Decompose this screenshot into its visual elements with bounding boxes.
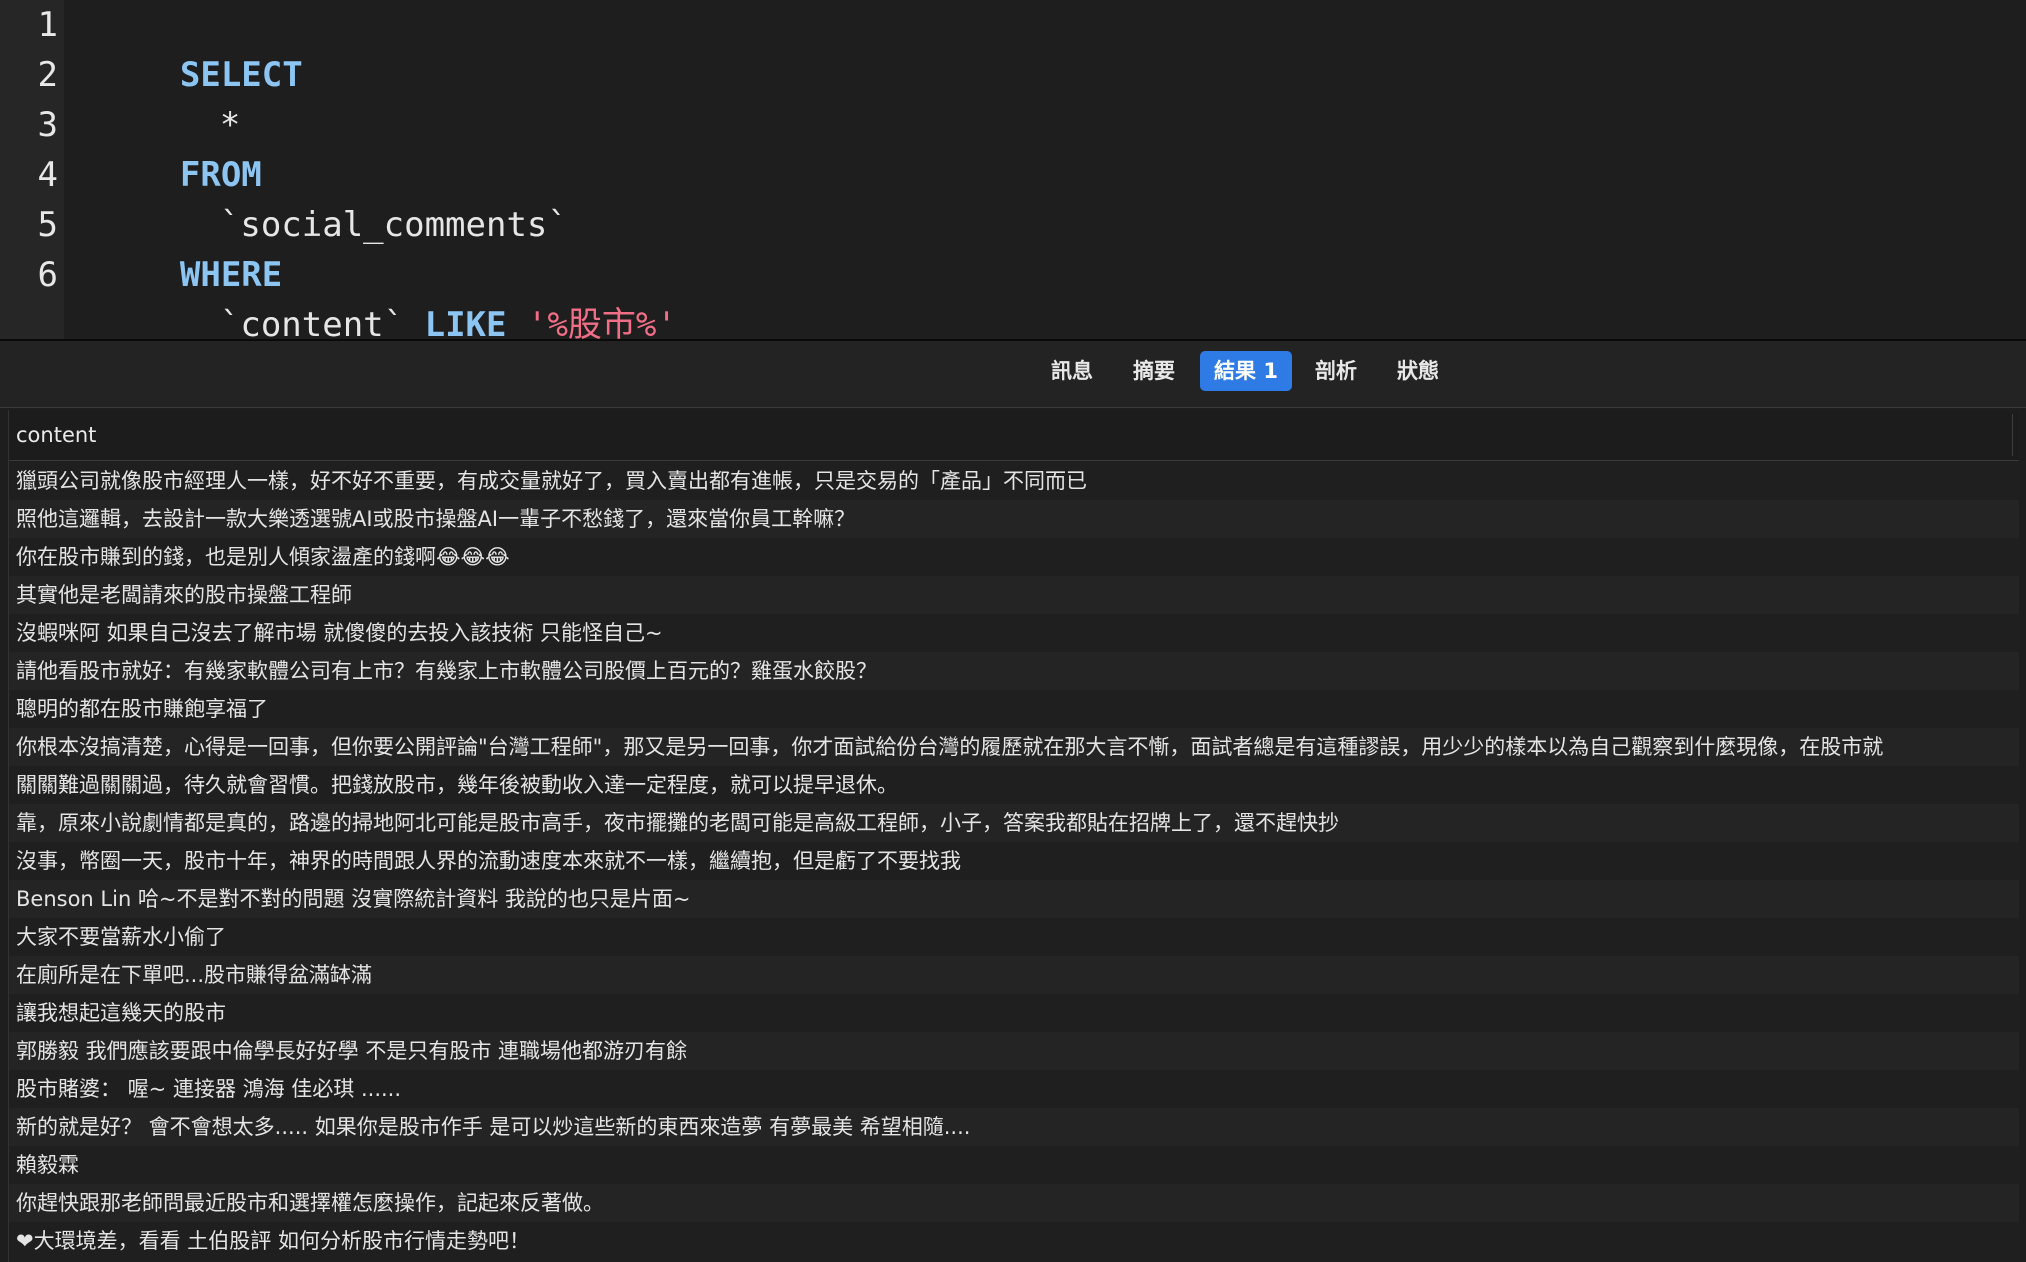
- code-line-2[interactable]: *: [98, 50, 240, 145]
- line-number: 6: [37, 255, 58, 295]
- table-cell-content[interactable]: 賴毅霖: [16, 1146, 79, 1184]
- table-row[interactable]: 關關難過關關過，待久就會習慣。把錢放股市，幾年後被動收入達一定程度，就可以提早退…: [9, 766, 2019, 804]
- result-tab-bar: 訊息 摘要 結果 1 剖析 狀態: [0, 341, 2026, 408]
- line-number: 1: [37, 5, 58, 45]
- code-line-3[interactable]: FROM: [98, 100, 262, 195]
- sql-editor[interactable]: 1 2 3 4 5 6 SELECT * FROM `social_commen…: [0, 0, 2026, 345]
- code-line-1[interactable]: SELECT: [98, 0, 303, 95]
- tab-messages[interactable]: 訊息: [1036, 351, 1108, 391]
- table-row[interactable]: 照他這邏輯，去設計一款大樂透選號AI或股市操盤AI一輩子不愁錢了，還來當你員工幹…: [9, 500, 2019, 538]
- table-cell-content[interactable]: 在廁所是在下單吧...股市賺得盆滿缽滿: [16, 956, 372, 994]
- line-number: 4: [37, 155, 58, 195]
- table-cell-content[interactable]: Benson Lin 哈~不是對不對的問題 沒實際統計資料 我說的也只是片面~: [16, 880, 690, 918]
- tab-profile[interactable]: 剖析: [1300, 351, 1372, 391]
- table-cell-content[interactable]: ❤大環境差，看看 土伯股評 如何分析股市行情走勢吧！: [16, 1222, 530, 1260]
- line-number-gutter: 1 2 3 4 5 6: [0, 0, 64, 339]
- table-cell-content[interactable]: 股市賭婆： 喔~ 連接器 鴻海 佳必琪 ......: [16, 1070, 401, 1108]
- table-cell-content[interactable]: 請他看股市就好：有幾家軟體公司有上市？有幾家上市軟體公司股價上百元的？雞蛋水餃股…: [16, 652, 877, 690]
- table-row[interactable]: 請他看股市就好：有幾家軟體公司有上市？有幾家上市軟體公司股價上百元的？雞蛋水餃股…: [9, 652, 2019, 690]
- table-row[interactable]: 新的就是好？ 會不會想太多..... 如果你是股市作手 是可以炒這些新的東西來造…: [9, 1108, 2019, 1146]
- table-cell-content[interactable]: 照他這邏輯，去設計一款大樂透選號AI或股市操盤AI一輩子不愁錢了，還來當你員工幹…: [16, 500, 855, 538]
- table-cell-content[interactable]: 你在股市賺到的錢，也是別人傾家盪產的錢啊😂😂😂: [16, 538, 510, 576]
- table-cell-content[interactable]: 郭勝毅 我們應該要跟中倫學長好好學 不是只有股市 連職場他都游刃有餘: [16, 1032, 687, 1070]
- table-cell-content[interactable]: 聰明的都在股市賺飽享福了: [16, 690, 268, 728]
- line-number: 3: [37, 105, 58, 145]
- table-cell-content[interactable]: 你趕快跟那老師問最近股市和選擇權怎麼操作，記起來反著做。: [16, 1184, 604, 1222]
- table-row[interactable]: 你根本沒搞清楚，心得是一回事，但你要公開評論"台灣工程師"，那又是另一回事，你才…: [9, 728, 2019, 766]
- table-cell-content[interactable]: 讓我想起這幾天的股市: [16, 994, 226, 1032]
- code-line-5[interactable]: WHERE: [98, 200, 282, 295]
- table-row[interactable]: 大家不要當薪水小偷了: [9, 918, 2019, 956]
- table-row[interactable]: 沒蝦咪阿 如果自己沒去了解市場 就傻傻的去投入該技術 只能怪自己~: [9, 614, 2019, 652]
- table-row[interactable]: 靠，原來小說劇情都是真的，路邊的掃地阿北可能是股市高手，夜市擺攤的老闆可能是高級…: [9, 804, 2019, 842]
- line-number: 5: [37, 205, 58, 245]
- line-number: 2: [37, 55, 58, 95]
- table-cell-content[interactable]: 沒事，幣圈一天，股市十年，神界的時間跟人界的流動速度本來就不一樣，繼續抱，但是虧…: [16, 842, 961, 880]
- column-header-content[interactable]: content: [16, 410, 96, 460]
- tab-summary[interactable]: 摘要: [1118, 351, 1190, 391]
- code-line-6[interactable]: `content` LIKE '%股市%': [98, 250, 677, 345]
- table-row[interactable]: 在廁所是在下單吧...股市賺得盆滿缽滿: [9, 956, 2019, 994]
- table-cell-content[interactable]: 靠，原來小說劇情都是真的，路邊的掃地阿北可能是股市高手，夜市擺攤的老闆可能是高級…: [16, 804, 1339, 842]
- grid-rows: 獵頭公司就像股市經理人一樣，好不好不重要，有成交量就好了，買入賣出都有進帳，只是…: [9, 462, 2019, 1260]
- table-row[interactable]: 聰明的都在股市賺飽享福了: [9, 690, 2019, 728]
- column-resize-handle[interactable]: [2012, 414, 2013, 456]
- table-cell-content[interactable]: 新的就是好？ 會不會想太多..... 如果你是股市作手 是可以炒這些新的東西來造…: [16, 1108, 970, 1146]
- table-cell-content[interactable]: 獵頭公司就像股市經理人一樣，好不好不重要，有成交量就好了，買入賣出都有進帳，只是…: [16, 462, 1087, 500]
- table-row[interactable]: 你在股市賺到的錢，也是別人傾家盪產的錢啊😂😂😂: [9, 538, 2019, 576]
- tab-result-1[interactable]: 結果 1: [1200, 351, 1292, 391]
- table-row[interactable]: 其實他是老闆請來的股市操盤工程師: [9, 576, 2019, 614]
- table-cell-content[interactable]: 你根本沒搞清楚，心得是一回事，但你要公開評論"台灣工程師"，那又是另一回事，你才…: [16, 728, 1883, 766]
- table-cell-content[interactable]: 其實他是老闆請來的股市操盤工程師: [16, 576, 352, 614]
- table-cell-content[interactable]: 沒蝦咪阿 如果自己沒去了解市場 就傻傻的去投入該技術 只能怪自己~: [16, 614, 663, 652]
- table-row[interactable]: 讓我想起這幾天的股市: [9, 994, 2019, 1032]
- tab-status[interactable]: 狀態: [1382, 351, 1454, 391]
- table-row[interactable]: 你趕快跟那老師問最近股市和選擇權怎麼操作，記起來反著做。: [9, 1184, 2019, 1222]
- table-cell-content[interactable]: 關關難過關關過，待久就會習慣。把錢放股市，幾年後被動收入達一定程度，就可以提早退…: [16, 766, 898, 804]
- table-row[interactable]: 獵頭公司就像股市經理人一樣，好不好不重要，有成交量就好了，買入賣出都有進帳，只是…: [9, 462, 2019, 500]
- result-grid[interactable]: content 獵頭公司就像股市經理人一樣，好不好不重要，有成交量就好了，買入賣…: [8, 410, 2019, 1262]
- table-row[interactable]: 賴毅霖: [9, 1146, 2019, 1184]
- table-row[interactable]: ❤大環境差，看看 土伯股評 如何分析股市行情走勢吧！: [9, 1222, 2019, 1260]
- table-row[interactable]: 股市賭婆： 喔~ 連接器 鴻海 佳必琪 ......: [9, 1070, 2019, 1108]
- code-line-4[interactable]: `social_comments`: [98, 150, 568, 245]
- table-cell-content[interactable]: 大家不要當薪水小偷了: [16, 918, 226, 956]
- table-row[interactable]: 郭勝毅 我們應該要跟中倫學長好好學 不是只有股市 連職場他都游刃有餘: [9, 1032, 2019, 1070]
- table-row[interactable]: 沒事，幣圈一天，股市十年，神界的時間跟人界的流動速度本來就不一樣，繼續抱，但是虧…: [9, 842, 2019, 880]
- grid-header: content: [9, 410, 2019, 461]
- table-row[interactable]: Benson Lin 哈~不是對不對的問題 沒實際統計資料 我說的也只是片面~: [9, 880, 2019, 918]
